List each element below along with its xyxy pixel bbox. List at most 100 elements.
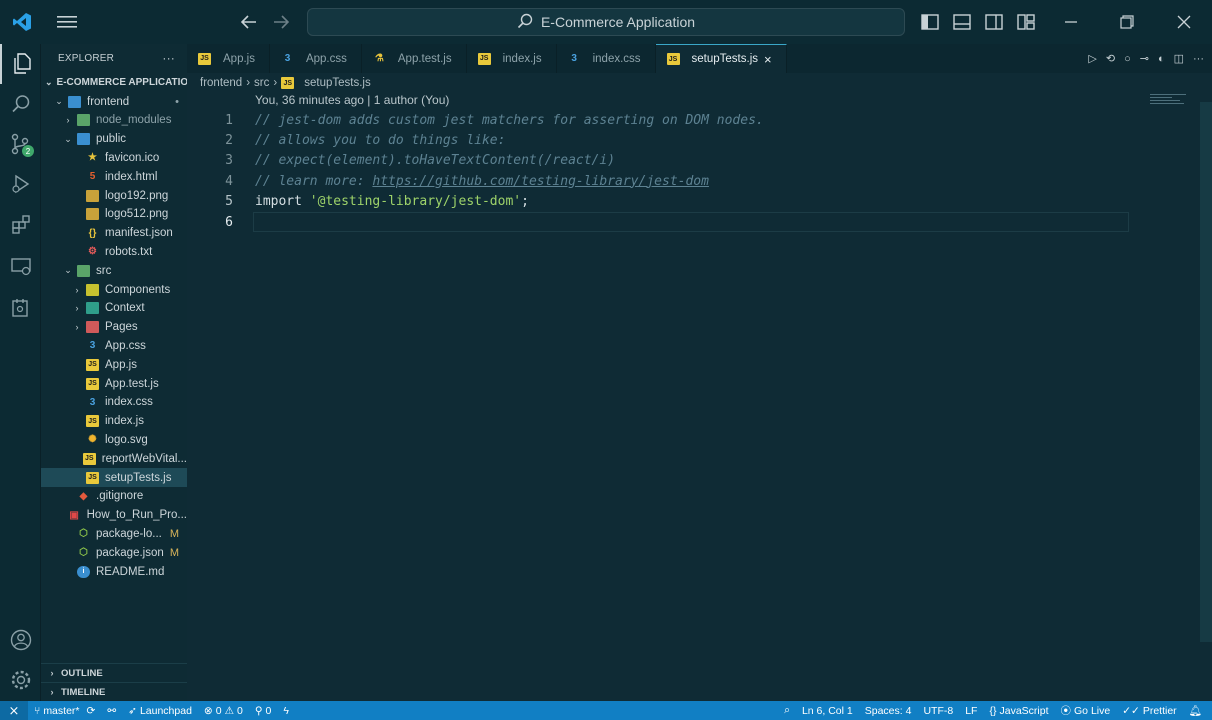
tree-item[interactable]: ✺ logo.svg: [41, 430, 187, 449]
tab-index-js[interactable]: JS index.js: [467, 44, 557, 73]
notifications-bell-icon[interactable]: 🔔︎: [1183, 704, 1208, 717]
minimap[interactable]: [1150, 92, 1190, 104]
remote-explorer-icon[interactable]: [0, 247, 41, 287]
git-graph-icon[interactable]: ⚯: [101, 705, 122, 717]
toggle-sidebar-icon[interactable]: [919, 11, 941, 33]
go-forward-icon[interactable]: ⊸: [1140, 52, 1149, 65]
timeline-section[interactable]: › TIMELINE: [41, 682, 187, 701]
tree-item[interactable]: JS setupTests.js: [41, 468, 187, 487]
tree-item[interactable]: i README.md: [41, 562, 187, 581]
editor-area: JS App.js 3 App.css ⚗ App.test.js JS index.js 3 i…: [187, 44, 1212, 701]
tree-item[interactable]: {} manifest.json: [41, 224, 187, 243]
more-actions-icon[interactable]: ···: [1193, 53, 1204, 65]
launchpad-status[interactable]: ➶ Launchpad: [122, 705, 198, 717]
tree-item[interactable]: ⌄ src: [41, 261, 187, 280]
tree-item[interactable]: JS reportWebVital...: [41, 449, 187, 468]
go-back-icon[interactable]: ⟲: [1106, 52, 1115, 65]
tree-item[interactable]: JS App.js: [41, 355, 187, 374]
line-number: 3: [225, 152, 233, 168]
close-tab-icon[interactable]: ×: [764, 52, 772, 67]
tree-item[interactable]: ⬡ package-lo... M: [41, 524, 187, 543]
tree-item[interactable]: › Context: [41, 299, 187, 318]
run-debug-icon[interactable]: [0, 164, 41, 204]
tab-app-css[interactable]: 3 App.css: [270, 44, 362, 73]
toggle-secondary-sidebar-icon[interactable]: [983, 11, 1005, 33]
minimize-icon[interactable]: [1060, 11, 1082, 33]
tree-item[interactable]: › node_modules: [41, 111, 187, 130]
go-live-button[interactable]: ⦿ Go Live: [1055, 703, 1117, 718]
folder-green-icon: [77, 264, 90, 277]
vertical-scrollbar[interactable]: [1200, 102, 1212, 642]
line-ending[interactable]: LF: [959, 705, 983, 717]
code-line[interactable]: 5 import '@testing-library/jest-dom';: [187, 191, 1212, 211]
tree-item[interactable]: logo192.png: [41, 186, 187, 205]
outline-section[interactable]: › OUTLINE: [41, 663, 187, 682]
source-control-icon[interactable]: 2: [0, 124, 41, 164]
tree-item[interactable]: ◆ .gitignore: [41, 487, 187, 506]
search-sidebar-icon[interactable]: [0, 84, 41, 124]
extensions-icon[interactable]: [0, 204, 41, 244]
tree-item[interactable]: ★ favicon.ico: [41, 148, 187, 167]
gitlens-icon[interactable]: ◐: [1158, 53, 1165, 65]
split-editor-icon[interactable]: ◫: [1174, 52, 1184, 65]
toggle-panel-icon[interactable]: [951, 11, 973, 33]
tree-item[interactable]: ⌄ frontend •: [41, 92, 187, 111]
prettier-status[interactable]: ✓✓ Prettier: [1116, 705, 1182, 717]
menu-icon[interactable]: [55, 11, 79, 33]
tree-item-label: .gitignore: [96, 490, 144, 503]
encoding[interactable]: UTF-8: [917, 705, 959, 717]
breadcrumb-item[interactable]: src: [254, 77, 269, 89]
tree-item[interactable]: 3 App.css: [41, 336, 187, 355]
breadcrumb-item[interactable]: setupTests.js: [304, 77, 370, 89]
forward-arrow-icon[interactable]: [270, 11, 292, 33]
command-center-search[interactable]: E-Commerce Application: [307, 8, 905, 36]
code-link[interactable]: https://github.com/testing-library/jest-…: [372, 174, 709, 189]
customize-layout-icon[interactable]: [1015, 11, 1037, 33]
tree-item[interactable]: ⚙ robots.txt: [41, 242, 187, 261]
tree-item[interactable]: ⌄ public: [41, 130, 187, 149]
zoom-icon[interactable]: ⌕: [778, 704, 796, 717]
run-icon[interactable]: ▷: [1088, 52, 1096, 65]
tree-item[interactable]: logo512.png: [41, 205, 187, 224]
tree-item[interactable]: 3 index.css: [41, 393, 187, 412]
explorer-more-icon[interactable]: ···: [162, 51, 175, 65]
tab-index-css[interactable]: 3 index.css: [557, 44, 656, 73]
folder-teal-icon: [86, 302, 99, 315]
code-line[interactable]: 4 // learn more: https://github.com/test…: [187, 171, 1212, 191]
restore-icon[interactable]: [1116, 11, 1138, 33]
tree-item[interactable]: › Pages: [41, 318, 187, 337]
code-line[interactable]: 1 // jest-dom adds custom jest matchers …: [187, 110, 1212, 130]
tab-app-test-js[interactable]: ⚗ App.test.js: [362, 44, 467, 73]
code-line[interactable]: 3 // expect(element).toHaveTextContent(/…: [187, 150, 1212, 170]
tree-item[interactable]: 5 index.html: [41, 167, 187, 186]
settings-gear-icon[interactable]: [0, 660, 41, 700]
blame-annotation[interactable]: You, 36 minutes ago | 1 author (You): [255, 93, 449, 107]
problems-status[interactable]: ⊗ 0 ⚠ 0: [198, 705, 249, 717]
explorer-icon[interactable]: [0, 44, 41, 84]
tab-setuptests-js[interactable]: JS setupTests.js ×: [655, 44, 787, 73]
code-line[interactable]: 2 // allows you to do things like:: [187, 130, 1212, 150]
tree-item[interactable]: JS App.test.js: [41, 374, 187, 393]
indentation[interactable]: Spaces: 4: [859, 705, 918, 717]
breadcrumb-item[interactable]: frontend: [200, 77, 242, 89]
back-arrow-icon[interactable]: [238, 11, 260, 33]
tree-item[interactable]: ⬡ package.json M: [41, 543, 187, 562]
timeline-dot-icon[interactable]: ○: [1124, 53, 1131, 65]
cursor-position[interactable]: Ln 6, Col 1: [796, 705, 859, 717]
account-icon[interactable]: [0, 620, 41, 660]
testing-icon[interactable]: [0, 288, 41, 328]
tree-item[interactable]: › Components: [41, 280, 187, 299]
tree-item[interactable]: ▣ How_to_Run_Pro...: [41, 506, 187, 525]
remote-indicator-icon[interactable]: ⨯: [0, 701, 28, 720]
code-line[interactable]: 6: [187, 212, 1212, 232]
css-icon: 3: [89, 396, 96, 408]
language-mode[interactable]: {} JavaScript: [983, 705, 1054, 717]
tab-app-js[interactable]: JS App.js: [187, 44, 270, 73]
ports-status[interactable]: ⚲ 0: [249, 705, 278, 717]
lightning-icon[interactable]: ϟ: [277, 705, 295, 717]
tree-item[interactable]: JS index.js: [41, 412, 187, 431]
close-window-icon[interactable]: [1173, 11, 1195, 33]
js-icon: JS: [281, 77, 295, 89]
branch-status[interactable]: ⑂ master* ⟳: [28, 705, 101, 717]
workspace-root[interactable]: ⌄ E-COMMERCE APPLICATION: [41, 73, 195, 92]
